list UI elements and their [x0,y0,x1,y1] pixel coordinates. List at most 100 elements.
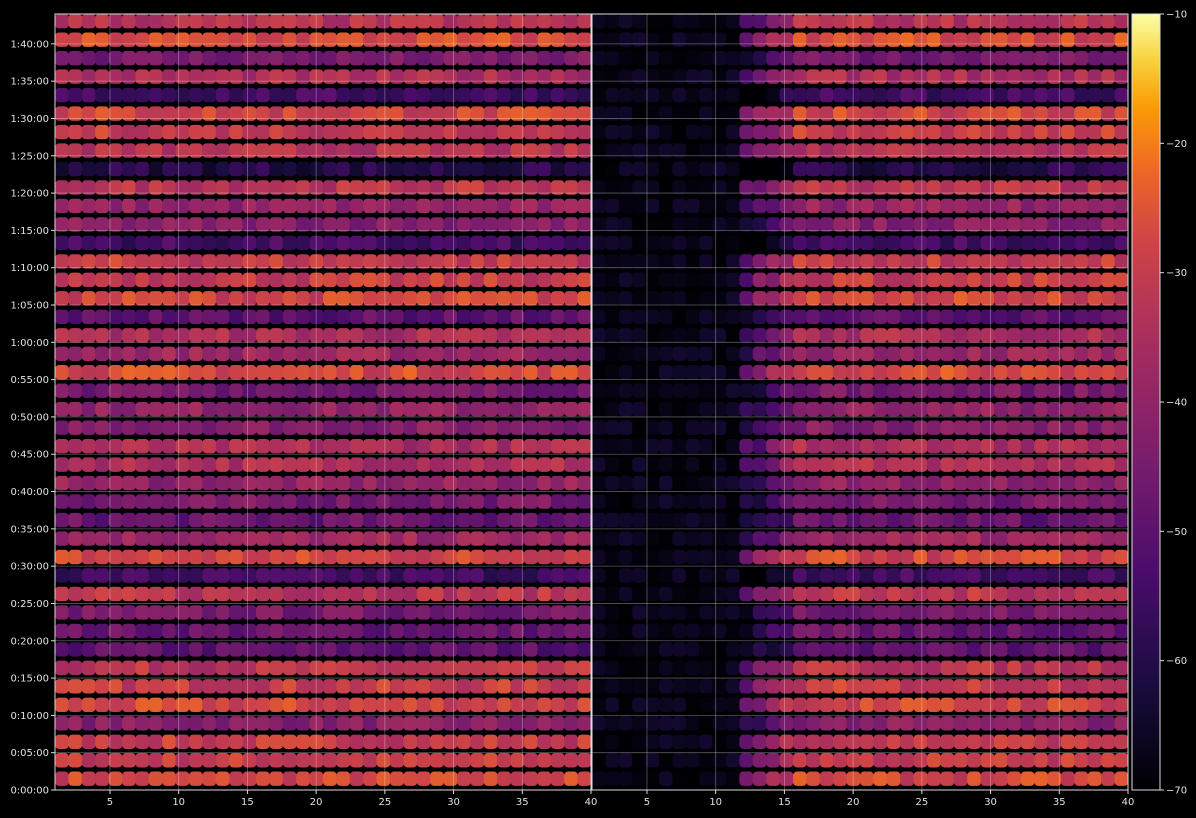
heatmap-cell [229,457,243,472]
heatmap-cell [618,346,633,361]
heatmap-cell [108,291,123,306]
heatmap-cell [886,254,901,269]
heatmap-cell [913,512,928,528]
heatmap-cell [793,217,807,232]
heatmap-cell [1020,124,1035,140]
heatmap-cell [1007,494,1022,509]
heatmap-cell [296,87,310,103]
heatmap-cell [457,365,471,380]
heatmap-cell [483,494,498,509]
heatmap-cell [605,402,620,417]
heatmap-cell [605,235,620,251]
heatmap-cell [483,753,498,768]
heatmap-cell [242,457,257,472]
heatmap-cell [229,623,243,639]
heatmap-cell [564,161,578,177]
y-tick-label: 1:20:00 [10,189,49,200]
heatmap-cell [497,753,511,768]
heatmap-cell [122,605,136,620]
heatmap-cell [537,660,552,676]
heatmap-cell [900,198,914,214]
heatmap-cell [256,623,270,639]
heatmap-cell [1020,198,1035,214]
heatmap-cell [108,438,123,454]
heatmap-cell [1020,365,1035,380]
colorbar-tick-label: −10 [1166,10,1187,21]
heatmap-cell [967,679,981,694]
heatmap-cell [175,383,190,398]
heatmap-cell [483,679,498,694]
heatmap-cell [430,328,444,343]
heatmap-cell [1087,753,1102,768]
heatmap-cell [645,642,660,657]
heatmap-cell [605,124,620,140]
heatmap-cell [1087,605,1102,620]
heatmap-cell [1034,161,1048,177]
heatmap-cell [1087,383,1102,398]
heatmap-cell [726,198,740,214]
heatmap-cell [1074,660,1089,676]
heatmap-cell [524,734,538,749]
heatmap-cell [873,87,888,103]
heatmap-cell [645,161,660,177]
heatmap-cell [1007,697,1022,713]
heatmap-cell [336,642,351,657]
heatmap-cell [739,605,754,620]
heatmap-cell [68,235,83,251]
heatmap-cell [68,365,83,380]
heatmap-cell [497,623,511,639]
heatmap-cell [739,217,754,232]
heatmap-cell [1061,771,1075,786]
heatmap-cell [483,365,498,380]
heatmap-cell [1034,365,1048,380]
heatmap-cell [672,383,687,398]
heatmap-cell [95,512,109,528]
heatmap-cell [162,124,176,140]
heatmap-cell [860,512,874,528]
heatmap-cell [873,50,888,66]
heatmap-cell [994,457,1008,472]
heatmap-cell [108,272,123,288]
heatmap-cell [833,402,847,417]
y-tick-label: 1:25:00 [10,151,49,162]
heatmap-cell [726,309,740,325]
heatmap-cell [416,328,431,343]
heatmap-cell [189,402,203,417]
heatmap-cell [752,623,767,639]
heatmap-cell [577,32,592,47]
heatmap-cell [376,753,391,768]
heatmap-cell [242,272,257,288]
heatmap-cell [349,531,364,546]
heatmap-cell [95,642,109,657]
heatmap-cell [766,605,780,620]
heatmap-cell [443,549,458,565]
heatmap-cell [967,291,981,306]
heatmap-cell [68,346,83,361]
heatmap-cell [793,87,807,103]
heatmap-cell [900,716,914,731]
heatmap-cell [296,660,310,676]
heatmap-cell [269,531,284,546]
heatmap-cell [215,660,230,676]
heatmap-cell [1114,531,1129,546]
heatmap-cell [336,309,351,325]
heatmap-cell [819,549,834,565]
heatmap-cell [1114,346,1129,361]
heatmap-cell [497,69,511,84]
heatmap-cell [81,716,96,731]
heatmap-cell [524,475,538,491]
heatmap-cell [443,254,458,269]
heatmap-cell [162,771,176,786]
heatmap-cell [940,531,955,546]
heatmap-cell [148,309,163,325]
heatmap-cell [900,161,914,177]
heatmap-cell [980,642,995,657]
heatmap-cell [457,679,471,694]
heatmap-cell [886,124,901,140]
heatmap-cell [148,457,163,472]
heatmap-cell [659,346,673,361]
heatmap-cell [256,50,270,66]
heatmap-cell [967,475,981,491]
heatmap-cell [685,180,700,195]
heatmap-cell [430,512,444,528]
